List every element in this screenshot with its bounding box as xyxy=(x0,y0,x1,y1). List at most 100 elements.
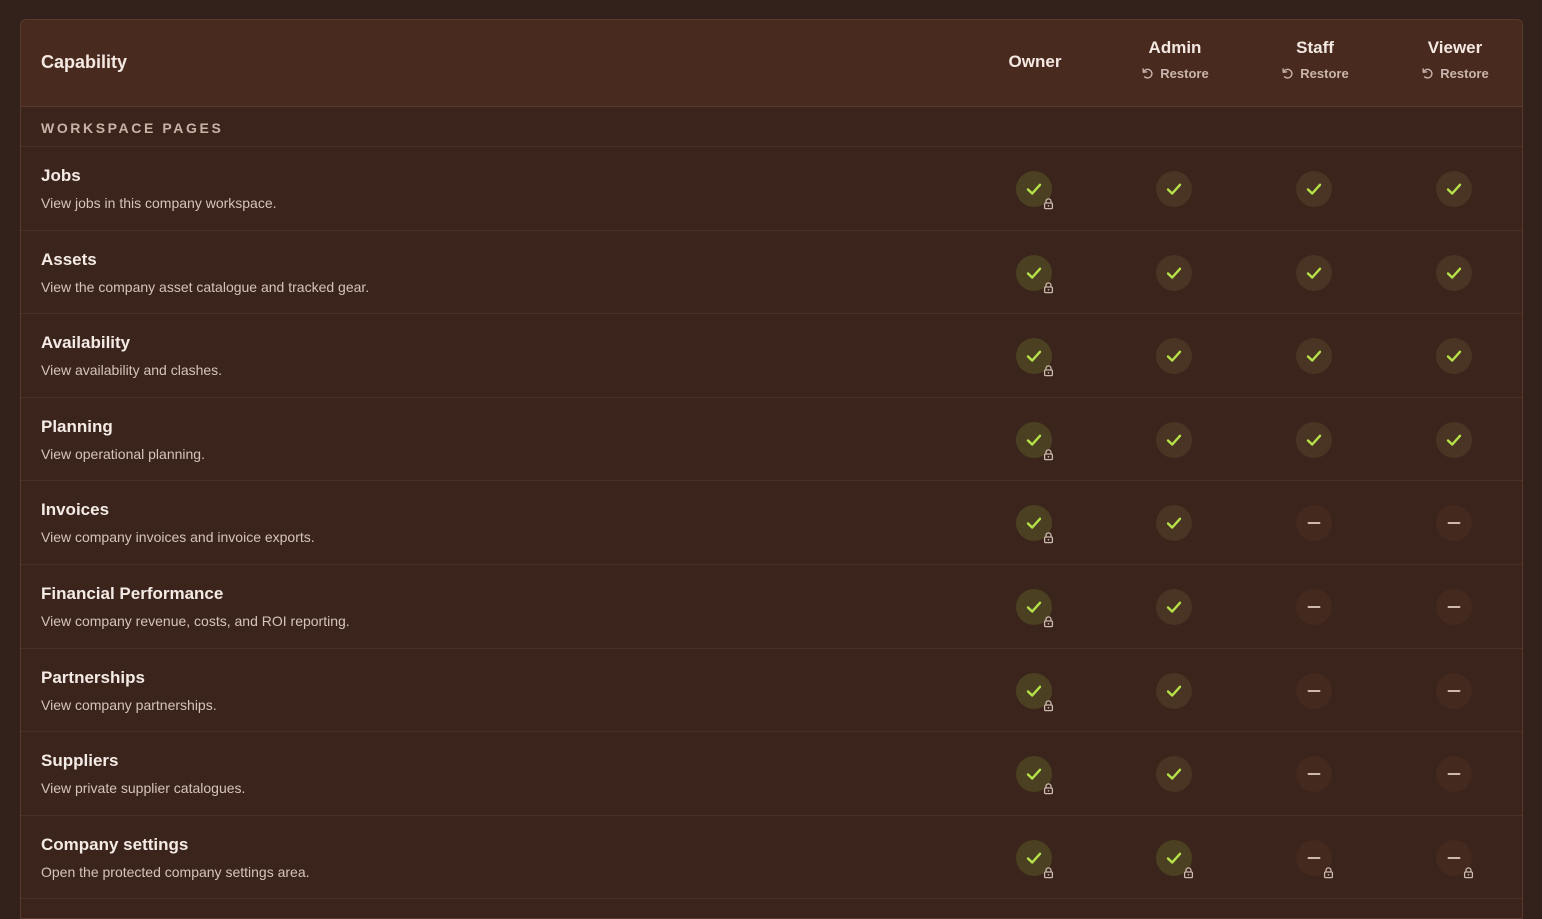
restore-icon xyxy=(1422,68,1433,79)
staff-permission-toggle[interactable] xyxy=(1296,505,1332,542)
owner-permission-toggle xyxy=(1016,672,1054,711)
staff-permission-toggle[interactable] xyxy=(1296,588,1332,625)
staff-permission-toggle[interactable] xyxy=(1296,171,1332,207)
staff-permission-toggle[interactable] xyxy=(1296,756,1332,793)
table-row: Jobs View jobs in this company workspace. xyxy=(21,147,1522,231)
section-workspace-pages: WORKSPACE PAGES xyxy=(21,107,1522,147)
table-row: Financial Performance View company revenu… xyxy=(21,565,1522,649)
check-icon xyxy=(1166,350,1182,362)
restore-label: Restore xyxy=(1160,66,1209,81)
capability-description: View operational planning. xyxy=(41,445,205,462)
capability-name: Invoices xyxy=(41,500,110,520)
owner-permission-toggle xyxy=(1016,254,1054,293)
table-row: Availability View availability and clashe… xyxy=(21,314,1522,398)
staff-permission-toggle[interactable] xyxy=(1296,254,1332,291)
viewer-restore-button[interactable]: Restore xyxy=(1421,66,1489,81)
check-icon xyxy=(1026,183,1042,195)
owner-permission-toggle xyxy=(1016,421,1054,461)
check-icon xyxy=(1446,183,1462,195)
viewer-permission-toggle[interactable] xyxy=(1436,588,1472,625)
viewer-permission-toggle[interactable] xyxy=(1436,254,1472,291)
restore-label: Restore xyxy=(1300,66,1349,81)
capability-column-header: Capability xyxy=(41,52,128,72)
dash-icon xyxy=(1447,522,1461,525)
lock-icon xyxy=(1043,699,1054,711)
viewer-permission-toggle[interactable] xyxy=(1436,421,1472,458)
lock-icon xyxy=(1043,783,1054,795)
restore-icon xyxy=(1142,68,1153,79)
check-icon xyxy=(1026,768,1042,780)
capability-description: View company invoices and invoice export… xyxy=(41,529,315,546)
check-icon xyxy=(1026,685,1042,697)
section-label: WORKSPACE PAGES xyxy=(41,120,224,136)
check-icon xyxy=(1026,434,1042,446)
viewer-permission-toggle[interactable] xyxy=(1436,756,1472,793)
check-icon xyxy=(1306,267,1322,279)
capability-name: Availability xyxy=(41,333,131,353)
dash-icon xyxy=(1307,689,1321,692)
table-row: Company settings Open the protected compa… xyxy=(21,816,1522,900)
admin-permission-toggle[interactable] xyxy=(1156,171,1192,207)
capability-name: Jobs xyxy=(41,166,81,185)
viewer-column-header: Viewer Restore xyxy=(1385,38,1522,85)
check-icon xyxy=(1306,434,1322,446)
staff-permission-toggle[interactable] xyxy=(1296,421,1332,458)
capability-description: View the company asset catalogue and tra… xyxy=(41,278,370,295)
check-icon xyxy=(1446,350,1462,362)
staff-permission-toggle[interactable] xyxy=(1296,338,1332,375)
dash-icon xyxy=(1307,773,1321,776)
role-name: Owner xyxy=(1008,52,1062,71)
capability-description: View availability and clashes. xyxy=(41,362,223,379)
owner-column-header: Owner xyxy=(965,52,1105,72)
table-row: Planning View operational planning. xyxy=(21,398,1522,482)
check-icon xyxy=(1306,183,1322,195)
capability-rows: Jobs View jobs in this company workspace.… xyxy=(21,147,1522,900)
viewer-permission-toggle[interactable] xyxy=(1436,672,1472,709)
restore-icon xyxy=(1282,68,1293,79)
dash-icon xyxy=(1447,605,1461,608)
check-icon xyxy=(1026,350,1042,362)
staff-restore-button[interactable]: Restore xyxy=(1281,66,1349,81)
check-icon xyxy=(1166,685,1182,697)
admin-permission-toggle[interactable] xyxy=(1156,254,1192,291)
owner-permission-toggle xyxy=(1016,505,1054,544)
check-icon xyxy=(1446,267,1462,279)
admin-permission-toggle[interactable] xyxy=(1156,421,1192,458)
viewer-permission-toggle[interactable] xyxy=(1436,505,1472,542)
capability-name: Assets xyxy=(41,249,97,269)
owner-permission-toggle xyxy=(1016,171,1054,210)
viewer-permission-toggle xyxy=(1436,839,1474,879)
staff-column-header: Staff Restore xyxy=(1245,38,1385,85)
staff-permission-toggle xyxy=(1296,839,1334,879)
table-header: Capability Owner Admin Restore Staff Res… xyxy=(21,20,1522,107)
viewer-permission-toggle[interactable] xyxy=(1436,338,1472,375)
check-icon xyxy=(1166,517,1182,530)
lock-icon xyxy=(1043,198,1054,210)
table-row: Assets View the company asset catalogue a… xyxy=(21,231,1522,315)
viewer-permission-toggle[interactable] xyxy=(1436,171,1472,207)
lock-icon xyxy=(1043,532,1054,544)
admin-restore-button[interactable]: Restore xyxy=(1141,66,1209,81)
admin-permission-toggle[interactable] xyxy=(1156,588,1192,625)
dash-icon xyxy=(1447,773,1461,776)
role-name: Staff xyxy=(1296,38,1334,57)
staff-permission-toggle[interactable] xyxy=(1296,672,1332,709)
check-icon xyxy=(1166,852,1182,864)
dash-icon xyxy=(1307,605,1321,608)
role-name: Admin xyxy=(1148,38,1202,57)
table-row: Invoices View company invoices and invoic… xyxy=(21,481,1522,565)
role-name: Viewer xyxy=(1427,38,1483,57)
permissions-table: Capability Owner Admin Restore Staff Res… xyxy=(20,19,1523,919)
admin-permission-toggle[interactable] xyxy=(1156,756,1192,793)
check-icon xyxy=(1026,852,1042,864)
admin-column-header: Admin Restore xyxy=(1105,38,1245,85)
dash-icon xyxy=(1447,856,1461,859)
admin-permission-toggle[interactable] xyxy=(1156,505,1192,542)
dash-icon xyxy=(1447,689,1461,692)
admin-permission-toggle[interactable] xyxy=(1156,338,1192,375)
table-row: Suppliers View private supplier catalogue… xyxy=(21,732,1522,816)
lock-icon xyxy=(1043,365,1054,377)
lock-icon xyxy=(1043,616,1054,628)
lock-icon xyxy=(1323,866,1334,879)
admin-permission-toggle[interactable] xyxy=(1156,672,1192,709)
